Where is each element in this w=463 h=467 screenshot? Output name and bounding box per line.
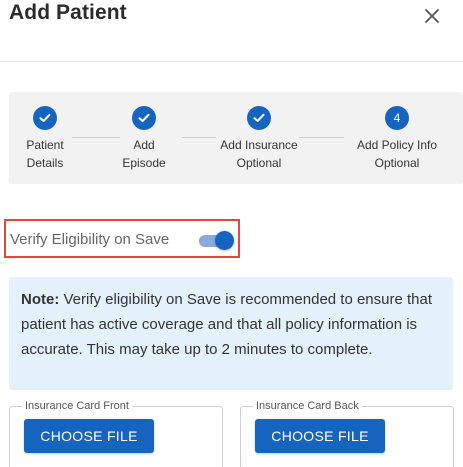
insurance-card-back-legend: Insurance Card Back — [253, 399, 362, 413]
step-label: Add Insurance Optional — [220, 138, 298, 170]
insurance-card-back-field: Insurance Card Back CHOOSE FILE — [240, 399, 454, 467]
step-add-policy-info: 4 Add Policy Info Optional — [347, 106, 447, 172]
dialog-header: Add Patient — [0, 0, 463, 62]
step-complete-icon — [132, 106, 156, 130]
verify-eligibility-row: Verify Eligibility on Save — [4, 219, 240, 258]
step-add-episode: Add Episode — [94, 106, 194, 172]
choose-file-back-button[interactable]: CHOOSE FILE — [255, 419, 385, 453]
step-label: Add Episode — [122, 138, 166, 170]
step-patient-details: Patient Details — [0, 106, 95, 172]
insurance-card-front-field: Insurance Card Front CHOOSE FILE — [9, 399, 223, 467]
stepper: Patient Details Add Episode Add Insurance O… — [9, 92, 463, 184]
note-box: Note: Verify eligibility on Save is reco… — [9, 277, 453, 390]
step-label: Add Policy Info Optional — [356, 138, 438, 170]
step-complete-icon — [33, 106, 57, 130]
step-add-insurance: Add Insurance Optional — [209, 106, 309, 172]
close-icon[interactable] — [420, 4, 444, 28]
step-number: 4 — [385, 106, 409, 130]
verify-eligibility-label: Verify Eligibility on Save — [10, 231, 170, 248]
step-complete-icon — [247, 106, 271, 130]
toggle-thumb — [215, 231, 234, 250]
step-label: Patient Details — [26, 138, 64, 170]
verify-eligibility-toggle[interactable] — [197, 230, 237, 250]
insurance-card-front-legend: Insurance Card Front — [22, 399, 132, 413]
note-prefix: Note: — [21, 291, 60, 308]
note-text: Verify eligibility on Save is recommende… — [21, 291, 433, 358]
choose-file-front-button[interactable]: CHOOSE FILE — [24, 419, 154, 453]
dialog-title: Add Patient — [9, 1, 127, 24]
